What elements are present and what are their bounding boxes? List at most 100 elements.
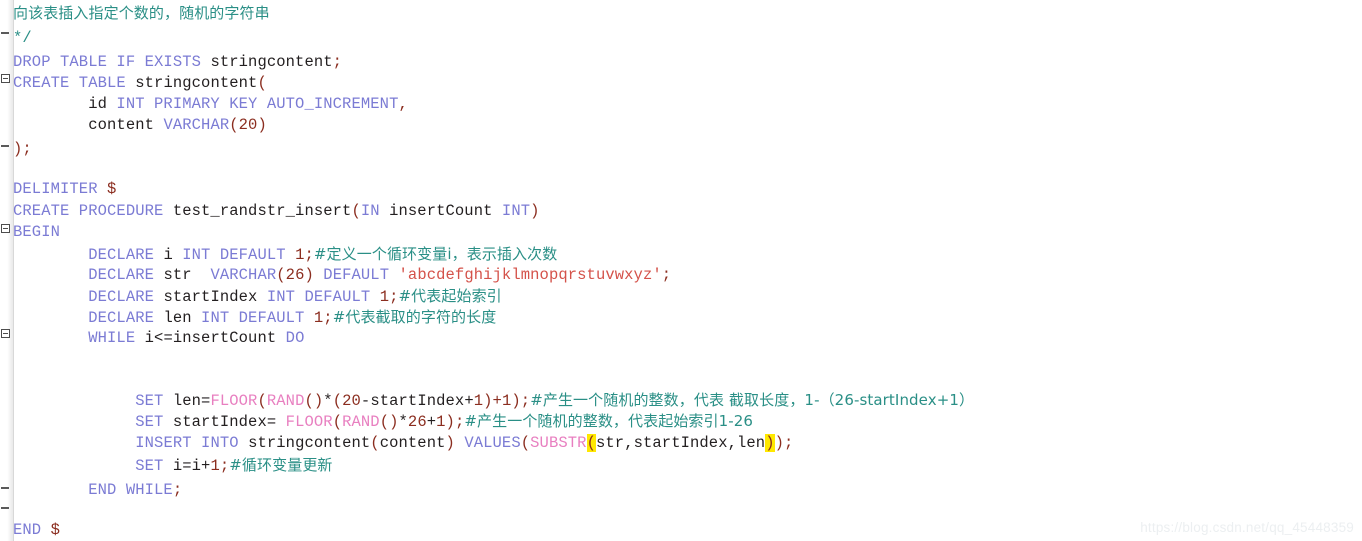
token: VARCHAR	[163, 116, 230, 134]
token: ,	[398, 95, 408, 113]
token: id	[13, 95, 117, 113]
line-column-id[interactable]: id INT PRIMARY KEY AUTO_INCREMENT,	[13, 94, 408, 115]
token: SET	[135, 413, 173, 431]
token: startIndex=	[172, 413, 286, 431]
token: VALUES	[464, 434, 521, 452]
token: i=i+	[172, 457, 211, 475]
watermark: https://blog.csdn.net/qq_45448359	[1140, 520, 1354, 535]
fold-box-create-table[interactable]	[1, 74, 10, 83]
line-drop-table[interactable]: DROP TABLE IF EXISTS stringcontent;	[13, 52, 342, 73]
token: )	[445, 434, 465, 452]
token: ;	[323, 309, 333, 327]
token: INT	[501, 202, 531, 220]
token: #产生一个随机的整数，代表 截取长度，1-（26-startIndex+1）	[530, 391, 975, 409]
token: i<=insertCount	[144, 329, 286, 347]
token: len	[163, 309, 202, 327]
token: INT DEFAULT	[182, 246, 296, 264]
token: (	[586, 434, 596, 452]
line-set-startindex[interactable]: SET startIndex= FLOOR(RAND()*26+1);#产生一个…	[13, 411, 753, 432]
token: i	[163, 246, 183, 264]
token: DELIMITER	[13, 180, 108, 198]
line-end-delimiter[interactable]: END $	[13, 520, 60, 541]
line-begin[interactable]: BEGIN	[13, 222, 60, 243]
token: ;	[219, 457, 230, 475]
token: DROP TABLE IF EXISTS	[13, 53, 211, 71]
fold-dash-while-end[interactable]	[1, 487, 9, 489]
token: #代表截取的字符的长度	[332, 308, 497, 326]
token: SET	[135, 392, 173, 410]
fold-box-while[interactable]	[1, 329, 10, 338]
line-insert-into[interactable]: INSERT INTO stringcontent(content) VALUE…	[13, 433, 793, 454]
token: SET	[135, 457, 173, 475]
token: 1	[210, 457, 220, 475]
token: DEFAULT	[323, 266, 399, 284]
line-while[interactable]: WHILE i<=insertCount DO	[13, 328, 304, 349]
line-create-table[interactable]: CREATE TABLE stringcontent(	[13, 73, 267, 94]
token: #循环变量更新	[229, 456, 333, 474]
line-comment-header[interactable]: 向该表插入指定个数的，随机的字符串	[13, 3, 270, 24]
line-create-table-close[interactable]: );	[13, 139, 32, 160]
line-set-i[interactable]: SET i=i+1;#循环变量更新	[13, 455, 333, 476]
token: DECLARE	[88, 288, 164, 306]
fold-box-begin[interactable]	[1, 224, 10, 233]
token: 1	[473, 392, 484, 410]
token: DECLARE	[88, 309, 164, 327]
token: DECLARE	[88, 266, 164, 284]
token: *	[323, 392, 333, 410]
token: 20	[238, 116, 258, 134]
token: 向该表插入指定个数的，随机的字符串	[13, 4, 270, 22]
line-declare-startindex[interactable]: DECLARE startIndex INT DEFAULT 1;#代表起始索引	[13, 286, 502, 307]
line-declare-str[interactable]: DECLARE str VARCHAR(26) DEFAULT 'abcdefg…	[13, 265, 671, 286]
line-create-procedure[interactable]: CREATE PROCEDURE test_randstr_insert(IN …	[13, 201, 540, 222]
code-surface[interactable]: 向该表插入指定个数的，随机的字符串 */ DROP TABLE IF EXISTS …	[13, 0, 1362, 541]
token: ;	[304, 246, 314, 264]
token: $	[50, 521, 61, 539]
token: stringcontent	[135, 74, 258, 92]
line-end-while[interactable]: END WHILE;	[13, 480, 182, 501]
token: ()	[304, 392, 324, 410]
line-set-len[interactable]: SET len=FLOOR(RAND()*(20-startIndex+1)+1…	[13, 390, 974, 411]
token: -startIndex+	[360, 392, 474, 410]
token: (	[276, 266, 286, 284]
token: ;	[389, 288, 399, 306]
token: content	[13, 116, 164, 134]
token: test_randstr_insert	[172, 202, 352, 220]
fold-dash-end[interactable]	[1, 507, 9, 509]
line-comment-close[interactable]: */	[13, 28, 32, 49]
token: END	[13, 521, 51, 539]
token: )	[257, 116, 267, 134]
fold-dash-create-table-end[interactable]	[1, 145, 9, 147]
token: ()	[379, 413, 399, 431]
token: 20	[342, 392, 361, 410]
token: );	[774, 434, 794, 452]
token: IN	[360, 202, 390, 220]
token: WHILE	[88, 329, 145, 347]
line-declare-len[interactable]: DECLARE len INT DEFAULT 1;#代表截取的字符的长度	[13, 307, 496, 328]
sql-code-editor[interactable]: 向该表插入指定个数的，随机的字符串 */ DROP TABLE IF EXISTS …	[0, 0, 1362, 541]
token: str,startIndex,len	[595, 434, 766, 452]
fold-dash-comment-end[interactable]	[1, 32, 9, 34]
token: (	[332, 392, 343, 410]
line-declare-i[interactable]: DECLARE i INT DEFAULT 1;#定义一个循环变量i，表示插入次…	[13, 244, 557, 265]
fold-gutter[interactable]	[0, 0, 14, 541]
line-delimiter[interactable]: DELIMITER $	[13, 179, 116, 200]
token: )	[530, 202, 540, 220]
token: 1	[436, 413, 446, 431]
token: )	[304, 266, 324, 284]
token: startIndex	[163, 288, 267, 306]
token: RAND	[342, 413, 380, 431]
token: 'abcdefghijklmnopqrstuvwxyz'	[398, 266, 662, 284]
token: INT PRIMARY KEY AUTO_INCREMENT	[116, 95, 399, 113]
token: END WHILE	[88, 481, 173, 499]
token: );	[511, 392, 531, 410]
token: #定义一个循环变量i，表示插入次数	[313, 245, 558, 263]
token: (	[520, 434, 531, 452]
line-column-content[interactable]: content VARCHAR(20)	[13, 115, 267, 136]
token: (	[257, 392, 267, 410]
token: str	[163, 266, 211, 284]
